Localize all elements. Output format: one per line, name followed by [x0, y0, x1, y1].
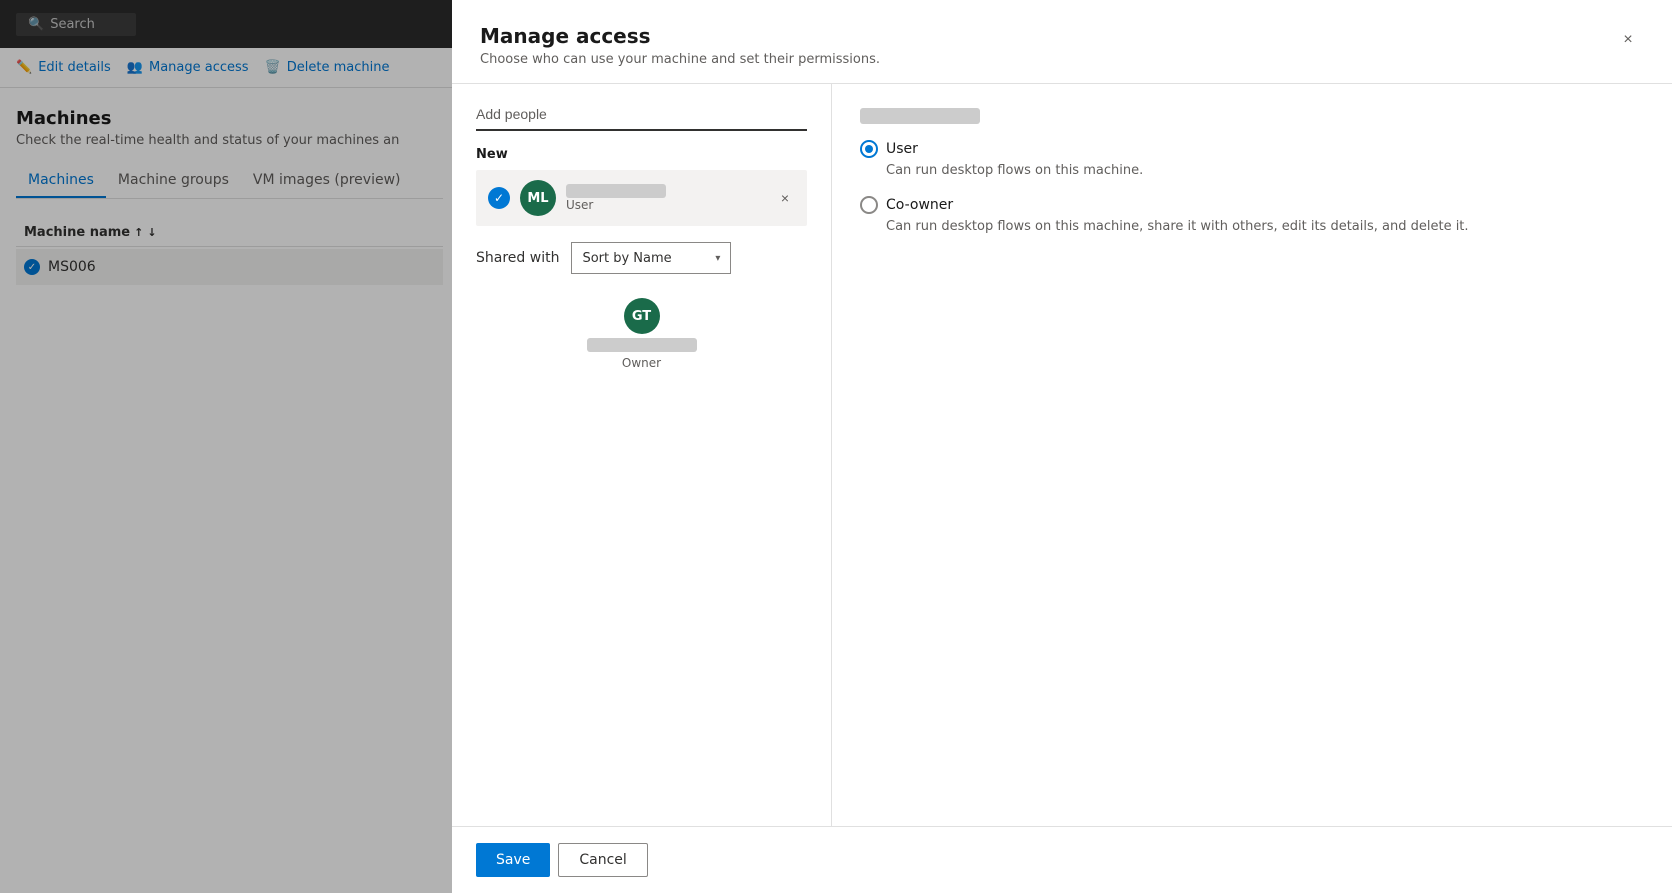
- new-user-item[interactable]: ✓ ML User ×: [476, 170, 807, 226]
- owner-initials: GT: [632, 309, 651, 324]
- selected-user-name-blurred: [860, 108, 980, 124]
- new-user-initials: ML: [527, 191, 548, 206]
- manage-access-modal: Manage access Choose who can use your ma…: [452, 0, 1672, 893]
- coowner-role-description: Can run desktop flows on this machine, s…: [886, 218, 1644, 236]
- owner-name-blurred: [587, 338, 697, 352]
- new-user-avatar: ML: [520, 180, 556, 216]
- checkmark-icon: ✓: [494, 191, 504, 205]
- new-user-info: User: [566, 184, 795, 212]
- user-radio-inner: [865, 145, 873, 153]
- save-button[interactable]: Save: [476, 843, 550, 877]
- left-panel: New ✓ ML User ×: [452, 84, 832, 826]
- new-section-label: New: [476, 147, 807, 162]
- cancel-button[interactable]: Cancel: [558, 843, 647, 877]
- coowner-radio-button[interactable]: [860, 196, 878, 214]
- modal-header: Manage access Choose who can use your ma…: [452, 0, 1672, 84]
- new-user-check: ✓: [488, 187, 510, 209]
- modal-header-text: Manage access Choose who can use your ma…: [480, 24, 880, 67]
- modal-title: Manage access: [480, 24, 880, 48]
- coowner-role-radio-row[interactable]: Co-owner: [860, 196, 1644, 214]
- user-role-description: Can run desktop flows on this machine.: [886, 162, 1644, 180]
- new-user-remove-button[interactable]: ×: [773, 186, 797, 210]
- coowner-role-name: Co-owner: [886, 197, 953, 213]
- add-people-input[interactable]: [476, 106, 807, 122]
- shared-with-section: Shared with Sort by Name ▾: [476, 242, 807, 274]
- user-role-option: User Can run desktop flows on this machi…: [860, 140, 1644, 180]
- user-radio-button[interactable]: [860, 140, 878, 158]
- modal-footer: Save Cancel: [452, 826, 1672, 893]
- sort-dropdown-label: Sort by Name: [582, 251, 671, 266]
- user-role-name: User: [886, 141, 918, 157]
- shared-with-row: Shared with Sort by Name ▾: [476, 242, 807, 274]
- sort-dropdown[interactable]: Sort by Name ▾: [571, 242, 731, 274]
- owner-item: GT Owner: [575, 290, 709, 378]
- new-user-role: User: [566, 198, 795, 212]
- new-section: New ✓ ML User ×: [476, 147, 807, 226]
- coowner-role-option: Co-owner Can run desktop flows on this m…: [860, 196, 1644, 236]
- modal-body: New ✓ ML User ×: [452, 84, 1672, 826]
- owner-role-label: Owner: [622, 356, 661, 370]
- modal-subtitle: Choose who can use your machine and set …: [480, 52, 880, 67]
- right-panel: User Can run desktop flows on this machi…: [832, 84, 1672, 826]
- new-user-name-blurred: [566, 184, 666, 198]
- shared-with-label: Shared with: [476, 250, 559, 266]
- chevron-down-icon: ▾: [715, 253, 720, 264]
- user-role-radio-row[interactable]: User: [860, 140, 1644, 158]
- modal-close-button[interactable]: ×: [1612, 24, 1644, 56]
- owner-avatar: GT: [624, 298, 660, 334]
- add-people-input-wrapper: [476, 104, 807, 131]
